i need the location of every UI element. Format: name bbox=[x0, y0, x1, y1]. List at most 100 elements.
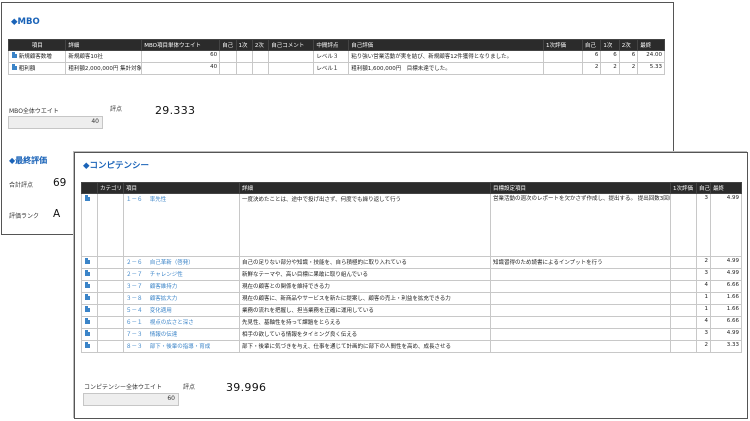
competency-name[interactable]: 自己革新（啓発） bbox=[150, 260, 194, 266]
competency-detail: 業務の流れを把握し、担当業務を正確に運用している bbox=[239, 304, 491, 317]
item-detail: 新規顧客10社 bbox=[65, 50, 143, 63]
self-input[interactable] bbox=[219, 62, 237, 75]
competency-name[interactable]: 顧客維持力 bbox=[150, 284, 178, 290]
final-eval-title: ◆最終評価 bbox=[9, 156, 48, 165]
mbo-weight-label: MBO全体ウエイト bbox=[9, 108, 59, 115]
competency-name[interactable]: チャレンジ性 bbox=[150, 272, 183, 278]
document-icon[interactable] bbox=[85, 294, 90, 300]
mid-score: レベル１ bbox=[313, 62, 350, 75]
document-icon[interactable] bbox=[12, 52, 17, 58]
item-name: 新規顧客数増 bbox=[18, 54, 52, 60]
first-eval bbox=[670, 304, 697, 317]
final-score: 1.66 bbox=[710, 304, 742, 317]
first-input[interactable] bbox=[235, 50, 253, 63]
final-score: 3.33 bbox=[710, 340, 742, 353]
document-icon[interactable] bbox=[85, 282, 90, 288]
document-icon[interactable] bbox=[85, 306, 90, 312]
competency-name[interactable]: 率先性 bbox=[150, 197, 167, 203]
mbo-table: 項目 詳細 MBO項目単体ウエイト 自己 1次 2次 自己コメント 中間評点 自… bbox=[7, 39, 665, 75]
competency-code: １－６ bbox=[126, 197, 143, 203]
self-score: 4 bbox=[696, 280, 711, 293]
final-score: 4.99 bbox=[710, 328, 742, 341]
competency-detail: 現在の顧客に、新商品やサービスを新たに提案し、顧客の売上・利益を拡充できる力 bbox=[239, 292, 491, 305]
document-icon[interactable] bbox=[85, 342, 90, 348]
self-score: 4 bbox=[696, 316, 711, 329]
document-icon[interactable] bbox=[85, 330, 90, 336]
goal-item bbox=[490, 292, 671, 305]
second-input[interactable] bbox=[251, 62, 270, 75]
final-score: 4.99 bbox=[710, 256, 742, 269]
final-score: 6.66 bbox=[710, 280, 742, 293]
col-header: カテゴリ bbox=[97, 182, 124, 194]
item-detail: 粗利額2,000,000円 集計対象：〇〇、▲▲ bbox=[65, 62, 143, 75]
competency-panel: ◆コンピテンシー カテゴリ 項目 詳細 目標設定項目 1次評価 自己 最終 １－… bbox=[74, 152, 748, 419]
first-eval bbox=[670, 280, 697, 293]
table-row: 粗利額 粗利額2,000,000円 集計対象：〇〇、▲▲ 40 レベル１ 粗利額… bbox=[7, 62, 665, 75]
item-weight: 40 bbox=[141, 62, 221, 75]
col-header: 詳細 bbox=[65, 39, 143, 51]
self-score: 2 bbox=[581, 62, 602, 75]
competency-name[interactable]: 変化適用 bbox=[150, 308, 172, 314]
document-icon[interactable] bbox=[85, 318, 90, 324]
mbo-score-label: 評点 bbox=[110, 106, 123, 113]
self-score: 2 bbox=[696, 256, 711, 269]
competency-table: カテゴリ 項目 詳細 目標設定項目 1次評価 自己 最終 １－６ 率先性 一度決… bbox=[81, 182, 742, 353]
col-header: 自己 bbox=[581, 39, 602, 51]
competency-name[interactable]: 顧客拡大力 bbox=[150, 296, 178, 302]
col-header: 最終 bbox=[637, 39, 665, 51]
goal-item bbox=[490, 316, 671, 329]
competency-code: ２－７ bbox=[126, 272, 143, 278]
competency-detail: 新鮮なテーマや、高い目標に果敢に取り組んでいる bbox=[239, 268, 491, 281]
col-header: 自己 bbox=[696, 182, 711, 194]
competency-detail: 一度決めたことは、途中で投げ出さず、何度でも繰り返して行う bbox=[239, 193, 491, 257]
competency-name[interactable]: 視点の広さと深さ bbox=[150, 320, 194, 326]
competency-section-title: ◆コンピテンシー bbox=[83, 161, 150, 171]
competency-code: ７－３ bbox=[126, 332, 143, 338]
first-eval bbox=[670, 328, 697, 341]
final-score: 24.00 bbox=[637, 50, 665, 63]
first-input[interactable] bbox=[235, 62, 253, 75]
first-eval bbox=[670, 316, 697, 329]
document-icon[interactable] bbox=[12, 64, 17, 70]
comment-input[interactable] bbox=[268, 50, 315, 63]
table-row: ８－３ 部下・後輩の指導・育成 部下・後輩に気づきを与え、仕事を通じて計画的に部… bbox=[81, 340, 742, 353]
mid-score: レベル３ bbox=[313, 50, 350, 63]
first-eval bbox=[670, 268, 697, 281]
table-row: ６－１ 視点の広さと深さ 先見性、基軸性を持って課題をとらえる 4 6.66 bbox=[81, 316, 742, 329]
final-score: 5.33 bbox=[637, 62, 665, 75]
self-score: 1 bbox=[696, 304, 711, 317]
competency-detail: 相手の欲している情報をタイミング良く伝える bbox=[239, 328, 491, 341]
competency-weight-field: 60 bbox=[83, 393, 179, 406]
document-icon[interactable] bbox=[85, 258, 90, 264]
table-row: ３－７ 顧客維持力 現在の顧客との関係を維持できる力 4 6.66 bbox=[81, 280, 742, 293]
competency-name[interactable]: 部下・後輩の指導・育成 bbox=[150, 344, 211, 350]
competency-detail: 先見性、基軸性を持って課題をとらえる bbox=[239, 316, 491, 329]
goal-item bbox=[490, 340, 671, 353]
competency-detail: 自己の足りない部分や知識・技能を、自ら積極的に取り入れている bbox=[239, 256, 491, 269]
competency-name[interactable]: 情報の伝達 bbox=[150, 332, 178, 338]
self-input[interactable] bbox=[219, 50, 237, 63]
goal-item: 営業活動の週次のレポートを欠かさず作成し、提出する。 提出回数3回以下···評点… bbox=[490, 193, 671, 257]
competency-detail: 現在の顧客との関係を維持できる力 bbox=[239, 280, 491, 293]
self-score: 3 bbox=[696, 328, 711, 341]
competency-score-label: 評点 bbox=[183, 384, 196, 391]
col-header: 中間評点 bbox=[313, 39, 350, 51]
comment-input[interactable] bbox=[268, 62, 315, 75]
second-score: 2 bbox=[618, 62, 639, 75]
second-input[interactable] bbox=[251, 50, 270, 63]
goal-item bbox=[490, 280, 671, 293]
table-row: ２－７ チャレンジ性 新鮮なテーマや、高い目標に果敢に取り組んでいる 3 4.9… bbox=[81, 268, 742, 281]
table-row: ３－８ 顧客拡大力 現在の顧客に、新商品やサービスを新たに提案し、顧客の売上・利… bbox=[81, 292, 742, 305]
document-icon[interactable] bbox=[85, 195, 90, 201]
goal-item bbox=[490, 304, 671, 317]
first-eval bbox=[542, 62, 583, 75]
competency-code: ３－７ bbox=[126, 284, 143, 290]
col-header: 自己 bbox=[219, 39, 237, 51]
self-score: 3 bbox=[696, 268, 711, 281]
col-header: 最終 bbox=[710, 182, 742, 194]
item-weight: 60 bbox=[141, 50, 221, 63]
first-eval bbox=[670, 340, 697, 353]
competency-detail: 部下・後輩に気づきを与え、仕事を通じて計画的に部下の人間性を高め、成長させる bbox=[239, 340, 491, 353]
document-icon[interactable] bbox=[85, 270, 90, 276]
competency-code: ３－８ bbox=[126, 296, 143, 302]
